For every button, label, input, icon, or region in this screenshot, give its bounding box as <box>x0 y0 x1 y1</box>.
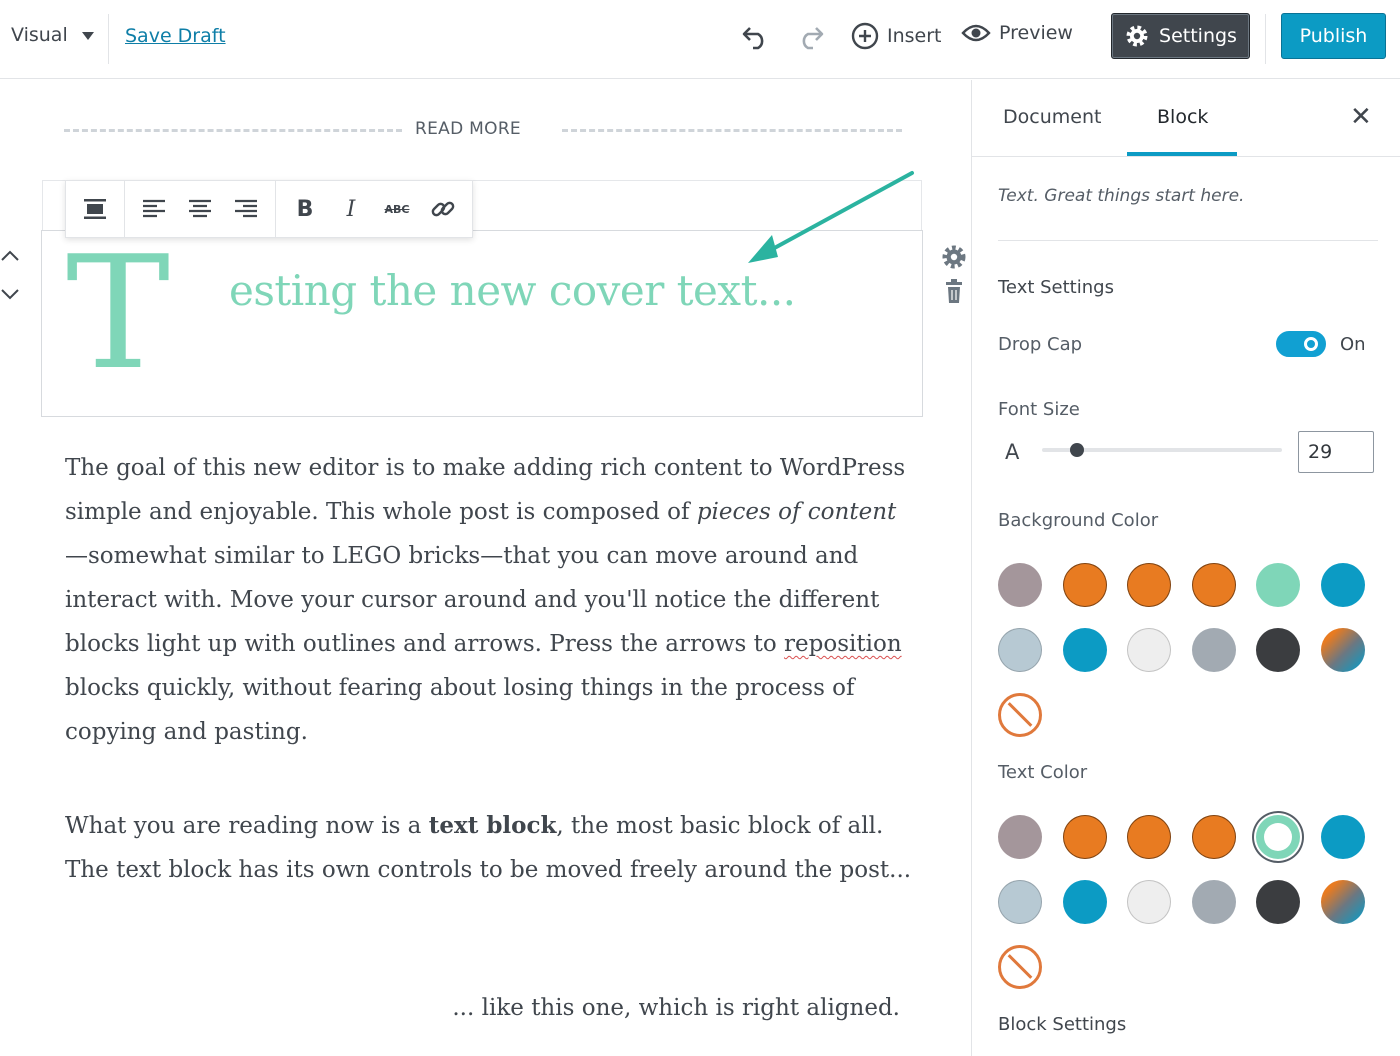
undo-icon[interactable] <box>740 22 770 52</box>
block-side-tools <box>940 242 968 306</box>
font-size-letter: A <box>1005 440 1020 464</box>
color-swatch[interactable] <box>1191 628 1236 672</box>
font-size-input[interactable]: 29 <box>1298 431 1374 473</box>
insert-button[interactable]: Insert <box>851 22 942 50</box>
paragraph-text: What you are reading now is a <box>65 813 429 839</box>
color-swatch[interactable] <box>1256 815 1300 859</box>
color-swatch[interactable] <box>1256 880 1300 924</box>
paragraph-text: ... like this one, which is right aligne… <box>452 995 900 1021</box>
bold-text: text block <box>428 812 557 839</box>
color-swatch[interactable] <box>1062 563 1107 607</box>
editor-mode-dropdown[interactable]: Visual <box>11 24 94 46</box>
italic-text: pieces of content <box>696 499 897 525</box>
color-swatch[interactable] <box>1127 628 1171 672</box>
settings-button[interactable]: Settings <box>1111 13 1250 59</box>
close-icon[interactable]: ✕ <box>1350 102 1372 132</box>
color-swatch[interactable] <box>1127 563 1171 607</box>
color-swatch[interactable] <box>1256 563 1300 607</box>
color-swatch[interactable] <box>998 880 1042 924</box>
toggle-knob <box>1304 337 1318 351</box>
text-block[interactable]: The goal of this new editor is to make a… <box>65 446 915 754</box>
preview-label: Preview <box>999 22 1073 44</box>
color-swatch[interactable] <box>1320 563 1365 607</box>
text-color-label: Text Color <box>998 762 1088 783</box>
right-aligned-text-block[interactable]: ... like this one, which is right aligne… <box>65 986 900 1030</box>
chevron-down-icon <box>81 32 94 40</box>
text-block[interactable]: What you are reading now is a text block… <box>65 804 915 892</box>
clear-color-icon[interactable] <box>998 945 1042 989</box>
editor-mode-label: Visual <box>11 24 68 46</box>
block-description: Text. Great things start here. <box>998 186 1245 206</box>
strikethrough-button[interactable]: ABC <box>374 181 420 237</box>
color-swatch[interactable] <box>998 815 1042 859</box>
settings-sidebar: Document Block ✕ Text. Great things star… <box>971 80 1400 1056</box>
color-swatch[interactable] <box>1191 880 1236 924</box>
cover-text[interactable]: esting the new cover text... <box>229 266 796 315</box>
drop-cap-label: Drop Cap <box>998 334 1083 355</box>
align-right-icon[interactable] <box>223 181 269 237</box>
preview-button[interactable]: Preview <box>961 22 1073 44</box>
color-swatch[interactable] <box>1256 628 1300 672</box>
paragraph-text: blocks quickly, without fearing about lo… <box>65 675 855 745</box>
drop-cap-letter: T <box>66 222 171 404</box>
redo-icon[interactable] <box>796 22 826 52</box>
dashed-line <box>64 129 402 132</box>
color-swatch[interactable] <box>1191 815 1236 859</box>
drop-cap-state: On <box>1340 334 1366 355</box>
publish-button[interactable]: Publish <box>1281 13 1386 59</box>
italic-button[interactable]: I <box>328 181 374 237</box>
trash-icon[interactable] <box>946 279 962 303</box>
color-swatch[interactable] <box>1320 815 1365 859</box>
read-more-separator[interactable]: READ MORE <box>64 118 902 142</box>
active-tab-indicator <box>1127 152 1237 156</box>
misspelled-word: reposition <box>784 631 902 657</box>
paragraph-text: —somewhat similar to LEGO bricks—that yo… <box>65 543 880 657</box>
divider <box>1265 14 1266 64</box>
font-size-label: Font Size <box>998 399 1080 420</box>
annotation-arrow-icon <box>748 171 914 263</box>
top-toolbar: Visual Save Draft Insert Preview Setting… <box>0 0 1400 79</box>
color-swatch[interactable] <box>1127 880 1171 924</box>
bold-button[interactable]: B <box>282 181 328 237</box>
color-swatch[interactable] <box>1320 880 1365 924</box>
color-swatch[interactable] <box>1062 815 1107 859</box>
color-swatch[interactable] <box>1062 628 1107 672</box>
block-settings-heading[interactable]: Block Settings <box>998 1014 1126 1035</box>
background-color-label: Background Color <box>998 510 1159 531</box>
save-draft-link[interactable]: Save Draft <box>125 25 226 47</box>
move-up-icon[interactable] <box>1 250 19 261</box>
clear-color-icon[interactable] <box>998 693 1042 737</box>
dashed-line <box>562 129 902 132</box>
color-swatch[interactable] <box>998 563 1042 607</box>
settings-label: Settings <box>1159 25 1237 47</box>
tab-block[interactable]: Block <box>1157 106 1208 128</box>
color-swatch[interactable] <box>1062 880 1107 924</box>
move-down-icon[interactable] <box>1 289 19 300</box>
read-more-label: READ MORE <box>415 119 521 139</box>
insert-label: Insert <box>887 25 942 47</box>
block-settings-gear-icon[interactable] <box>942 245 966 269</box>
link-icon[interactable] <box>420 181 466 237</box>
color-swatch[interactable] <box>998 628 1042 672</box>
block-mover <box>0 246 22 306</box>
sidebar-tabs: Document Block ✕ <box>972 80 1400 157</box>
gear-icon <box>1126 25 1148 47</box>
plus-circle-icon <box>851 22 879 50</box>
text-settings-heading[interactable]: Text Settings <box>998 277 1114 298</box>
color-swatch[interactable] <box>1127 815 1171 859</box>
divider <box>108 14 109 64</box>
font-size-slider-handle[interactable] <box>1070 443 1084 457</box>
eye-icon <box>961 24 991 42</box>
color-swatch[interactable] <box>1320 628 1365 672</box>
drop-cap-toggle[interactable] <box>1276 331 1326 357</box>
divider <box>998 240 1378 241</box>
align-center-icon[interactable] <box>177 181 223 237</box>
color-swatch[interactable] <box>1191 563 1236 607</box>
tab-document[interactable]: Document <box>1003 106 1101 128</box>
editor-canvas: READ MORE B I ABC T esting the new cover… <box>0 80 971 1056</box>
